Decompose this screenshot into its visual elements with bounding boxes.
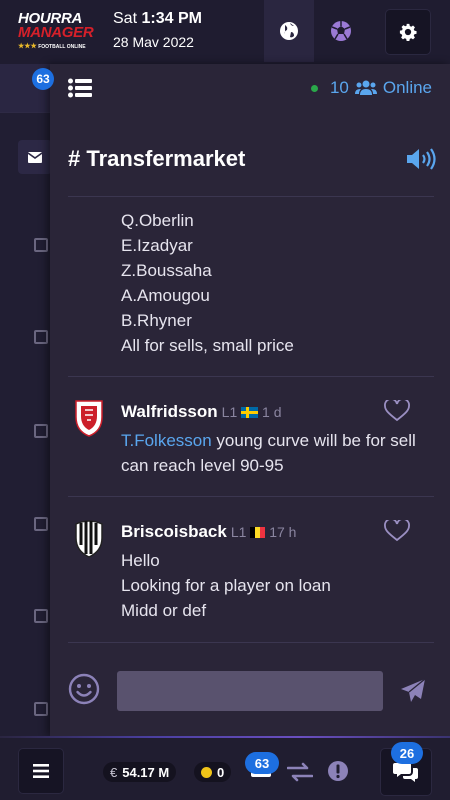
message-text: Looking for a player on loan [121,576,331,595]
chat-header: 10 Online [50,64,450,114]
club-crest-avatar[interactable] [72,198,106,216]
message-age: 17 h [269,524,297,540]
game-datetime: Sat 1:34 PM 28 Mav 2022 [113,10,202,50]
belgium-flag-icon [250,527,266,538]
date-label: 28 Mav 2022 [113,34,194,50]
money-balance[interactable]: €54.17 M [103,762,177,782]
time-label: 1:34 PM [141,10,202,27]
author-league: L1 [221,404,238,420]
message-composer [50,650,450,736]
divider [68,376,434,377]
alerts-button[interactable] [327,760,349,787]
speaker-icon [407,148,436,170]
message-text: Midd or def [121,601,207,620]
coin-balance[interactable]: 0 [194,762,232,782]
list-icon [68,78,92,98]
top-bar: HOURRA MANAGER ★★★ FOOTBALL ONLINE Sat 1… [0,0,450,64]
football-button[interactable] [318,0,364,62]
envelope-icon [28,151,42,163]
send-icon [401,678,426,702]
coin-amount: 0 [217,764,225,780]
message-text: Hello [121,551,160,570]
background-list: 63 [0,64,54,736]
divider [68,642,434,643]
author-league: L1 [230,524,247,540]
divider [68,496,434,497]
player-link[interactable]: A.Amougou [121,286,210,306]
message-text: All for sells, small price [121,336,294,355]
bottom-bar: €54.17 M 0 63 26 [0,736,450,800]
transfers-button[interactable] [286,762,314,787]
coin-icon [201,766,212,778]
alert-icon [328,761,348,781]
row-checkbox[interactable] [34,330,48,344]
smiley-icon [68,673,100,705]
chat-panel: 10 Online # Transfermarket Q.Oberlin E.I… [50,64,450,736]
logo-line2: MANAGER [18,24,94,41]
like-button[interactable] [384,518,410,547]
divider [0,112,52,113]
online-dot [310,84,318,92]
online-count: 10 [329,78,349,97]
row-checkbox[interactable] [34,702,48,716]
divider [0,736,450,738]
like-button[interactable] [384,398,410,427]
globe-button[interactable] [264,0,314,62]
club-crest-avatar[interactable] [72,519,106,559]
football-icon [331,21,351,41]
heart-icon [384,398,410,422]
sound-toggle[interactable] [406,148,436,175]
divider [68,196,434,197]
gear-icon [399,23,417,41]
player-link[interactable]: E.Izadyar [121,236,193,256]
message-author[interactable]: Walfridsson L1 1 d [121,402,281,422]
message-text: T.Folkesson young curve will be for sell [121,431,416,450]
row-checkbox[interactable] [34,238,48,252]
player-link[interactable]: Q.Oberlin [121,211,194,231]
online-indicator[interactable]: 10 Online [310,78,432,98]
logo-tagline: ★★★ FOOTBALL ONLINE [18,43,86,50]
message-author[interactable]: Briscoisback L1 17 h [121,522,296,542]
row-checkbox[interactable] [34,609,48,623]
online-label: Online [382,78,432,97]
chat-bubbles-icon [393,763,418,782]
message-age: 1 d [262,404,282,420]
transfer-arrows-icon [286,762,314,782]
hamburger-icon [33,764,49,778]
mail-button[interactable] [18,140,52,174]
inbox-badge: 63 [245,752,279,774]
channel-list-button[interactable] [68,78,92,103]
money-amount: 54.17 M [122,764,170,780]
day-label: Sat [113,10,138,27]
message-text: can reach level 90-95 [121,456,284,475]
settings-button[interactable] [386,10,430,54]
player-link[interactable]: T.Folkesson [121,431,212,450]
message-input[interactable] [117,671,383,711]
send-button[interactable] [400,678,426,709]
notification-badge: 63 [32,68,54,90]
message-list: Q.Oberlin E.Izadyar Z.Boussaha A.Amougou… [50,198,450,650]
channel-title: # Transfermarket [68,146,246,171]
emoji-button[interactable] [68,673,100,710]
heart-icon [384,518,410,542]
club-crest-avatar[interactable] [72,398,106,438]
chat-badge: 26 [391,742,423,764]
player-link[interactable]: Z.Boussaha [121,261,212,281]
currency-symbol: € [110,764,118,780]
globe-icon [280,22,298,40]
row-checkbox[interactable] [34,424,48,438]
player-link[interactable]: B.Rhyner [121,311,192,331]
row-checkbox[interactable] [34,517,48,531]
users-icon [354,80,377,95]
main-menu-button[interactable] [19,749,63,793]
app-logo[interactable]: HOURRA MANAGER ★★★ FOOTBALL ONLINE [18,11,96,52]
sweden-flag-icon [241,407,259,418]
